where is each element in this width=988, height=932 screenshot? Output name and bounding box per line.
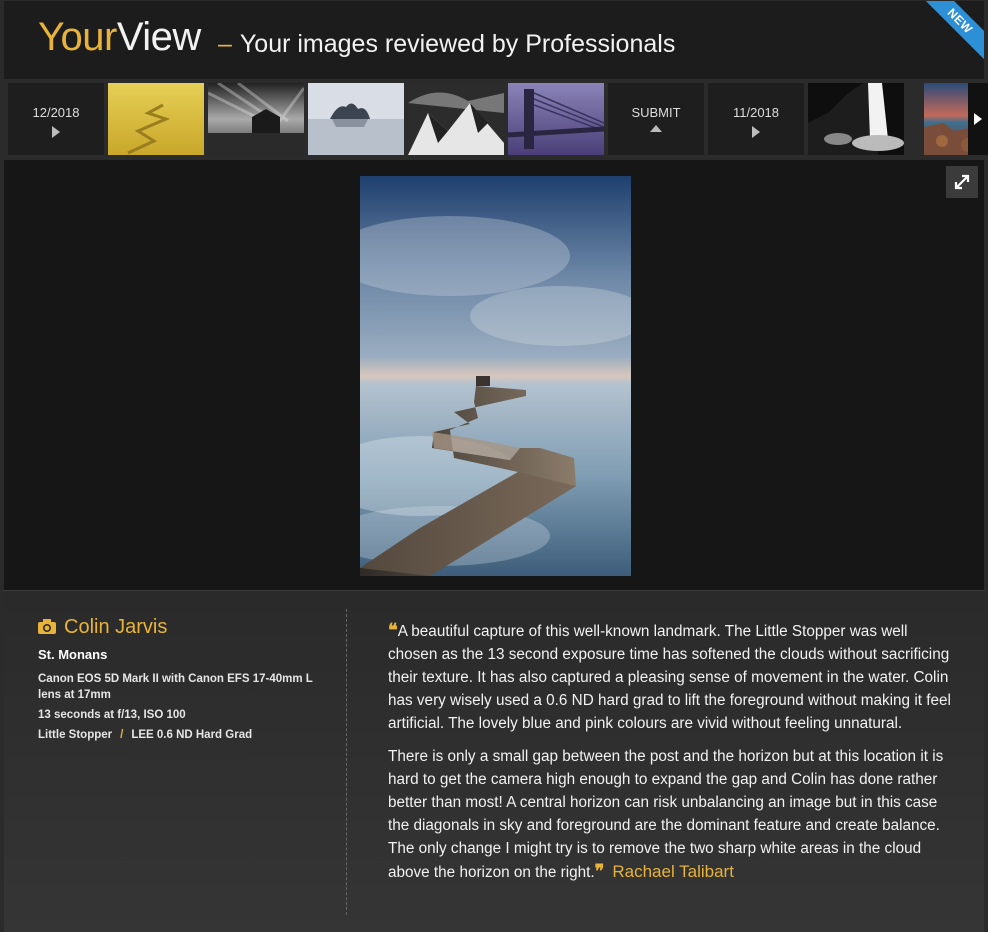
photo-meta: Canon EOS 5D Mark II with Canon EFS 17-4… — [38, 671, 338, 743]
review-text: ❝A beautiful capture of this well-known … — [388, 619, 958, 894]
thumbnail-bw-mountains[interactable] — [408, 83, 504, 155]
review-paragraph-1: ❝A beautiful capture of this well-known … — [388, 619, 958, 735]
thumbnail-bw-barn[interactable] — [208, 83, 304, 155]
strip-next-arrow[interactable] — [968, 83, 988, 155]
author-name[interactable]: Colin Jarvis — [64, 615, 167, 639]
column-divider — [346, 609, 347, 915]
camera-icon — [38, 619, 56, 634]
site-logo[interactable]: YourView — [38, 13, 201, 61]
month-label: 11/2018 — [732, 105, 780, 120]
play-triangle-icon — [52, 126, 60, 138]
up-triangle-icon — [650, 125, 662, 132]
logo-view: View — [116, 15, 201, 59]
review-paragraph-1-text: A beautiful capture of this well-known l… — [388, 623, 951, 732]
thumbnail-waterfall[interactable] — [808, 83, 904, 155]
filter-a: Little Stopper — [38, 729, 113, 741]
chevron-right-icon — [974, 113, 982, 125]
reviewer-name[interactable]: Rachael Talibart — [612, 862, 734, 881]
thumbnail-strip: 12/2018 SUBMIT 11/2018 — [0, 79, 988, 160]
main-photo[interactable] — [360, 176, 631, 576]
month-label: 12/2018 — [32, 105, 80, 120]
logo-your: Your — [38, 15, 117, 59]
photo-info: Colin Jarvis St. Monans Canon EOS 5D Mar… — [38, 615, 338, 747]
month-tile-previous[interactable]: 11/2018 — [708, 83, 804, 155]
play-triangle-icon — [752, 126, 760, 138]
new-ribbon: NEW — [920, 1, 984, 61]
filter-b: LEE 0.6 ND Hard Grad — [131, 729, 253, 741]
thumbnail-misty-island[interactable] — [308, 83, 404, 155]
filter-separator: / — [120, 729, 124, 741]
tagline-text: Your images reviewed by Professionals — [239, 30, 676, 58]
submit-button[interactable]: SUBMIT — [608, 83, 704, 155]
filters-line: Little Stopper / LEE 0.6 ND Hard Grad — [38, 727, 338, 743]
thumbnail-yellow-landscape[interactable] — [108, 83, 204, 155]
review-paragraph-2: There is only a small gap between the po… — [388, 745, 958, 884]
open-quote-icon: ❝ — [388, 620, 398, 640]
author-row: Colin Jarvis — [38, 615, 338, 639]
tagline-dash: – — [218, 30, 232, 58]
image-viewer — [0, 160, 988, 590]
submit-label: SUBMIT — [631, 105, 681, 120]
photo-location: St. Monans — [38, 647, 108, 662]
expand-icon — [954, 174, 970, 190]
thumbnail-bridge-night[interactable] — [508, 83, 604, 155]
site-tagline: – Your images reviewed by Professionals — [218, 29, 675, 59]
exposure-line: 13 seconds at f/13, ISO 100 — [38, 709, 186, 721]
camera-line: Canon EOS 5D Mark II with Canon EFS 17-4… — [38, 673, 313, 701]
site-header: YourView – Your images reviewed by Profes… — [0, 0, 988, 79]
expand-button[interactable] — [946, 166, 978, 198]
close-quote-icon: ❞ — [594, 861, 605, 881]
details-panel: Colin Jarvis St. Monans Canon EOS 5D Mar… — [0, 590, 988, 932]
month-tile-current[interactable]: 12/2018 — [8, 83, 104, 155]
